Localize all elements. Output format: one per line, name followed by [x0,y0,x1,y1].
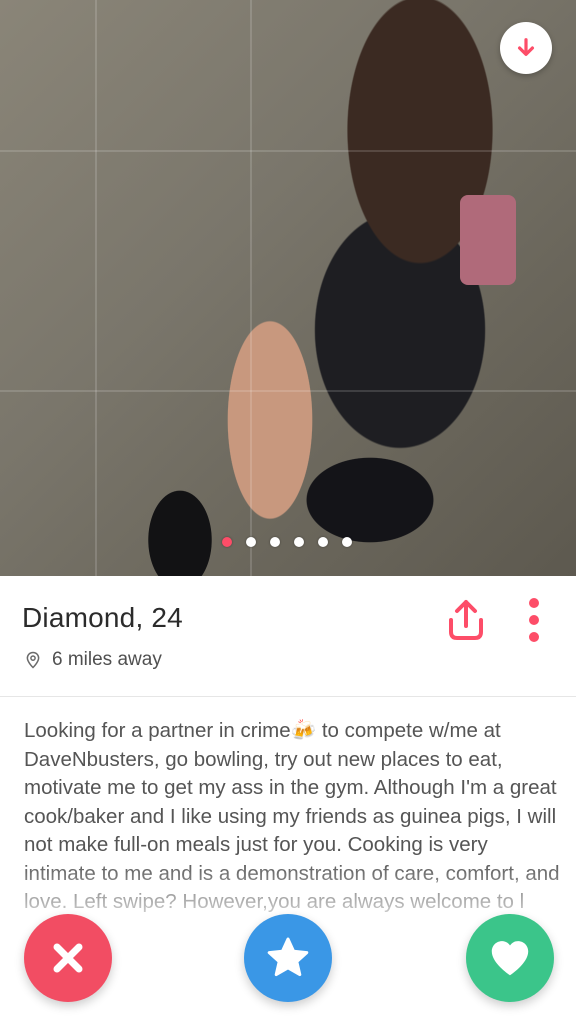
photo-detail [250,0,252,576]
photo-indicator-dot[interactable] [246,537,256,547]
photo-indicator-dot[interactable] [318,537,328,547]
more-dot [529,615,539,625]
photo-indicator [222,537,352,547]
photo-indicator-dot[interactable] [294,537,304,547]
distance-text: 6 miles away [52,649,162,670]
photo-detail [0,150,576,152]
profile-photo[interactable] [0,0,576,576]
photo-indicator-dot[interactable] [342,537,352,547]
more-options-button[interactable] [522,598,546,642]
close-icon [53,943,83,973]
like-button[interactable] [466,914,554,1002]
distance-row: 6 miles away [24,649,162,671]
arrow-down-icon [517,38,535,57]
location-pin-icon [26,651,40,669]
collapse-profile-button[interactable] [500,22,552,74]
photo-indicator-dot[interactable] [222,537,232,547]
photo-indicator-dot[interactable] [270,537,280,547]
more-dot [529,598,539,608]
photo-detail [95,0,97,576]
profile-name-age: Diamond, 24 [22,602,183,633]
share-button[interactable] [442,596,490,644]
super-like-button[interactable] [244,914,332,1002]
heart-icon [491,941,529,976]
more-dot [529,632,539,642]
share-icon [449,600,483,640]
photo-detail [0,390,576,392]
photo-phone [460,195,516,285]
star-icon [267,937,309,977]
nope-button[interactable] [24,914,112,1002]
